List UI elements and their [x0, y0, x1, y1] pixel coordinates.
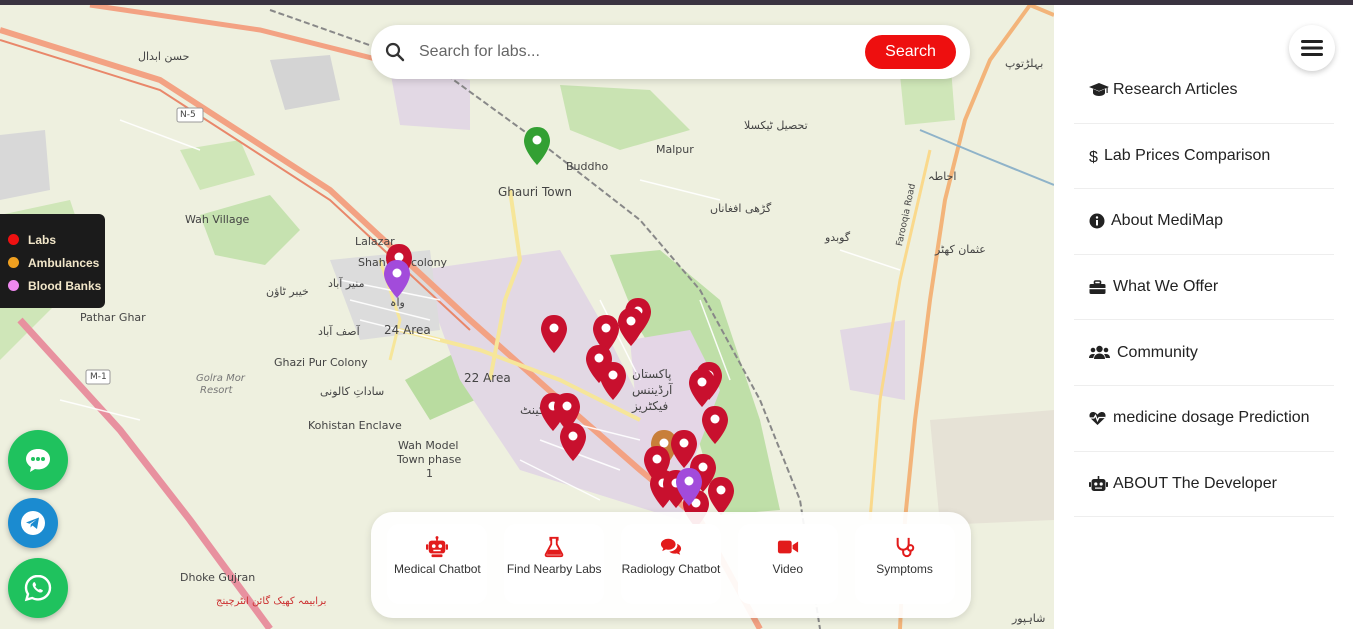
- users-icon: [1089, 345, 1113, 360]
- nav-what-we-offer[interactable]: What We Offer: [1074, 255, 1334, 321]
- nav-label: Research Articles: [1113, 81, 1238, 99]
- dollar-icon: $: [1089, 147, 1100, 165]
- nav-label: medicine dosage Prediction: [1113, 409, 1310, 427]
- hamburger-icon: [1301, 40, 1323, 56]
- telegram-button[interactable]: [8, 498, 58, 548]
- lab-marker[interactable]: [541, 315, 567, 353]
- nav-community[interactable]: Community: [1074, 320, 1334, 386]
- current-location-marker[interactable]: [524, 127, 550, 165]
- comments-icon: [660, 538, 682, 555]
- chat-bubble-icon: [26, 449, 50, 472]
- robot-icon: [1089, 475, 1109, 492]
- whatsapp-icon: [24, 574, 52, 602]
- tool-label: Radiology Chatbot: [621, 562, 721, 576]
- legend-item-labs: Labs: [8, 228, 105, 251]
- nav-about-the-developer[interactable]: ABOUT The Developer: [1074, 452, 1334, 518]
- red-dot-icon: [8, 234, 19, 245]
- find-nearby-labs-button[interactable]: Find Nearby Labs: [504, 524, 605, 604]
- map-legend: Labs Ambulances Blood Banks: [0, 214, 105, 308]
- whatsapp-button[interactable]: [8, 558, 68, 618]
- lab-marker[interactable]: [560, 423, 586, 461]
- medical-chatbot-button[interactable]: Medical Chatbot: [387, 524, 488, 604]
- lab-marker[interactable]: [708, 477, 734, 515]
- search-button[interactable]: Search: [865, 35, 956, 69]
- tool-label: Find Nearby Labs: [506, 562, 602, 576]
- symptoms-button[interactable]: Symptoms: [854, 524, 955, 604]
- legend-item-ambulances: Ambulances: [8, 251, 105, 274]
- legend-label: Ambulances: [28, 255, 100, 270]
- search-input[interactable]: [419, 35, 859, 69]
- lab-marker[interactable]: [600, 362, 626, 400]
- video-icon: [777, 540, 798, 554]
- nav-lab-prices-comparison[interactable]: $ Lab Prices Comparison: [1074, 124, 1334, 190]
- nav-research-articles[interactable]: Research Articles: [1074, 58, 1334, 124]
- orange-dot-icon: [8, 257, 19, 268]
- nav-about-medimap[interactable]: About MediMap: [1074, 189, 1334, 255]
- heart-pulse-icon: [1089, 411, 1109, 426]
- stethoscope-icon: [896, 537, 914, 558]
- info-icon: [1089, 213, 1107, 229]
- flask-icon: [544, 536, 564, 558]
- video-button[interactable]: Video: [737, 524, 838, 604]
- nav-label: What We Offer: [1113, 278, 1219, 296]
- lab-marker[interactable]: [689, 369, 715, 407]
- blood-bank-marker[interactable]: [384, 260, 410, 298]
- nav-medicine-dosage-prediction[interactable]: medicine dosage Prediction: [1074, 386, 1334, 452]
- nav-label: Community: [1117, 343, 1198, 361]
- telegram-icon: [21, 511, 45, 535]
- bottom-toolbar: Medical Chatbot Find Nearby Labs Radiolo…: [371, 512, 971, 618]
- legend-label: Blood Banks: [28, 278, 102, 293]
- chat-button[interactable]: [8, 430, 68, 490]
- radiology-chatbot-button[interactable]: Radiology Chatbot: [620, 524, 721, 604]
- nav-label: Lab Prices Comparison: [1104, 146, 1271, 164]
- search-icon: [385, 42, 405, 62]
- graduation-cap-icon: [1089, 82, 1109, 98]
- pink-dot-icon: [8, 280, 19, 291]
- svg-text:$: $: [1089, 149, 1098, 165]
- lab-marker[interactable]: [702, 406, 728, 444]
- legend-item-blood-banks: Blood Banks: [8, 274, 105, 297]
- lab-marker[interactable]: [618, 308, 644, 346]
- tool-label: Symptoms: [876, 562, 933, 576]
- tool-label: Medical Chatbot: [394, 562, 481, 576]
- search-bar: Search: [371, 25, 970, 79]
- nav-label: About MediMap: [1111, 212, 1224, 230]
- legend-label: Labs: [28, 232, 57, 247]
- tool-label: Video: [772, 562, 804, 576]
- robot-icon: [426, 536, 449, 558]
- nav-label: ABOUT The Developer: [1113, 474, 1277, 492]
- sidebar-nav: Research Articles $ Lab Prices Compariso…: [1074, 58, 1334, 518]
- briefcase-icon: [1089, 279, 1109, 295]
